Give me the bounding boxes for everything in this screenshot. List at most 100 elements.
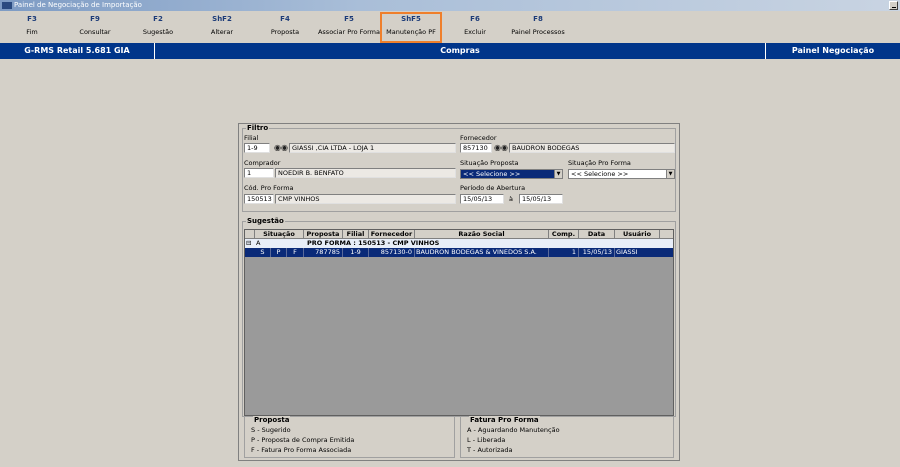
col-usuario[interactable]: Usuário [615,230,660,239]
tool-proposta-button[interactable]: F4 Proposta [254,14,316,42]
tool-key: ShF2 [212,15,232,23]
comprador-code-field[interactable]: 1 [244,168,274,178]
dropdown-arrow-icon[interactable]: ▼ [666,170,674,178]
periodo-ate-field[interactable]: 15/05/13 [519,194,563,204]
situacao-pf-select[interactable]: << Selecione >> ▼ [568,169,675,179]
situacao-proposta-value: << Selecione >> [463,170,521,178]
col-proposta[interactable]: Proposta [304,230,343,239]
table-row[interactable]: S P F 787785 1-9 857130-0 BAUDRON BODEGA… [245,248,673,257]
cell-p: P [271,248,287,257]
col-razao-social[interactable]: Razão Social [415,230,549,239]
tool-key: F3 [27,15,37,23]
tool-label: Manutenção PF [386,28,436,36]
group-code: A [256,239,261,247]
fornecedor-name-field: BAUDRON BODEGAS [509,143,675,153]
tool-label: Excluir [464,28,486,36]
tool-label: Sugestão [142,28,174,36]
tool-label: Associar Pro Forma [317,28,381,36]
group-label: PRO FORMA : 150513 - CMP VINHOS [307,239,440,247]
situacao-proposta-label: Situação Proposta [460,159,519,167]
tool-excluir-button[interactable]: F6 Excluir [444,14,506,42]
collapse-toggle-icon[interactable]: ⊟ [246,239,251,248]
cell-usuario: GIASSI [616,248,638,256]
legend-fatura-title: Fatura Pro Forma [469,416,540,424]
situacao-pf-label: Situação Pro Forma [568,159,631,167]
col-situacao[interactable]: Situação [255,230,304,239]
window-title: Painel de Negociação de Importação [14,1,142,9]
tool-key: F4 [280,15,290,23]
app-logo-icon [2,1,12,9]
legend-item: S - Sugerido [251,426,291,434]
cell-fornecedor: 857130-0 [369,248,415,257]
col-data[interactable]: Data [579,230,615,239]
col-fornecedor[interactable]: Fornecedor [369,230,415,239]
situacao-pf-value: << Selecione >> [571,170,629,178]
filial-name-field: GIASSI ,CIA LTDA - LOJA 1 [289,143,456,153]
tool-key: F2 [153,15,163,23]
tool-label: Fim [26,28,38,36]
cod-pf-name-field: CMP VINHOS [275,194,456,204]
binoculars-search-icon[interactable]: ◉◉ [274,143,288,152]
grid-header: Situação Proposta Filial Fornecedor Razã… [245,230,673,239]
cell-proposta: 787785 [304,248,343,257]
filial-code-field[interactable]: 1-9 [244,143,270,153]
tool-label: Painel Processos [511,28,565,36]
tool-key: F8 [533,15,543,23]
tool-associar-pro-forma-button[interactable]: F5 Associar Pro Forma [314,14,384,42]
tool-label: Proposta [270,28,300,36]
header-spacer [245,230,255,239]
legend-item: F - Fatura Pro Forma Associada [251,446,352,454]
cod-pf-label: Cód. Pro Forma [244,184,294,192]
tool-fim-button[interactable]: F3 Fim [1,14,63,42]
minimize-button[interactable] [889,1,898,10]
tool-label: Consultar [79,28,111,36]
cell-comp: 1 [549,248,579,257]
title-bar: Painel de Negociação de Importação [0,0,900,11]
periodo-de-field[interactable]: 15/05/13 [460,194,504,204]
legend-item: T - Autorizada [467,446,513,454]
comprador-label: Comprador [244,159,281,167]
tool-sugestao-button[interactable]: F2 Sugestão [127,14,189,42]
tool-key: F9 [90,15,100,23]
tool-key: F5 [344,15,354,23]
status-module: Compras [440,46,480,55]
situacao-proposta-select[interactable]: << Selecione >> ▼ [460,169,563,179]
cod-pf-code-field[interactable]: 150513 [244,194,274,204]
cell-f: F [287,248,304,257]
filial-label: Filial [244,134,259,142]
toolbar: F3 Fim F9 Consultar F2 Sugestão ShF2 Alterar… [0,11,900,43]
legend-fatura: Fatura Pro Forma A - Aguardando Manutenç… [460,416,674,458]
legend-item: A - Aguardando Manutenção [467,426,560,434]
periodo-sep: à [509,195,513,203]
tool-painel-processos-button[interactable]: F8 Painel Processos [506,14,570,42]
status-screen: Painel Negociação [765,43,900,59]
tool-manutencao-pf-button[interactable]: ShF5 Manutenção PF [380,12,442,43]
status-version: G-RMS Retail 5.681 GIA [0,43,155,59]
tool-key: F6 [470,15,480,23]
dropdown-arrow-icon[interactable]: ▼ [554,170,562,178]
fornecedor-code-field[interactable]: 857130 [460,143,492,153]
col-filial[interactable]: Filial [343,230,369,239]
periodo-label: Período de Abertura [460,184,526,192]
fornecedor-label: Fornecedor [460,134,497,142]
comprador-name-field: NOEDIR B. BENFATO [275,168,456,178]
tool-alterar-button[interactable]: ShF2 Alterar [191,14,253,42]
tool-consultar-button[interactable]: F9 Consultar [64,14,126,42]
binoculars-search-icon[interactable]: ◉◉ [494,143,508,152]
cell-data: 15/05/13 [579,248,615,257]
cell-razao-social: BAUDRON BODEGAS & VINEDOS S.A. [415,248,549,257]
sugestao-title: Sugestão [247,217,284,225]
legend-proposta-title: Proposta [253,416,291,424]
group-row[interactable]: ⊟ A PRO FORMA : 150513 - CMP VINHOS [245,239,673,248]
tool-key: ShF5 [401,15,421,23]
tool-label: Alterar [210,28,234,36]
cell-filial: 1-9 [343,248,369,257]
col-comp[interactable]: Comp. [549,230,579,239]
status-bar: G-RMS Retail 5.681 GIA Compras Painel Ne… [0,43,900,59]
legend-item: P - Proposta de Compra Emitida [251,436,355,444]
sugestao-grid[interactable]: Situação Proposta Filial Fornecedor Razã… [244,229,674,416]
legend-proposta: Proposta S - Sugerido P - Proposta de Co… [244,416,455,458]
filtro-title: Filtro [247,124,269,132]
cell-s: S [255,248,271,257]
legend-item: L - Liberada [467,436,506,444]
